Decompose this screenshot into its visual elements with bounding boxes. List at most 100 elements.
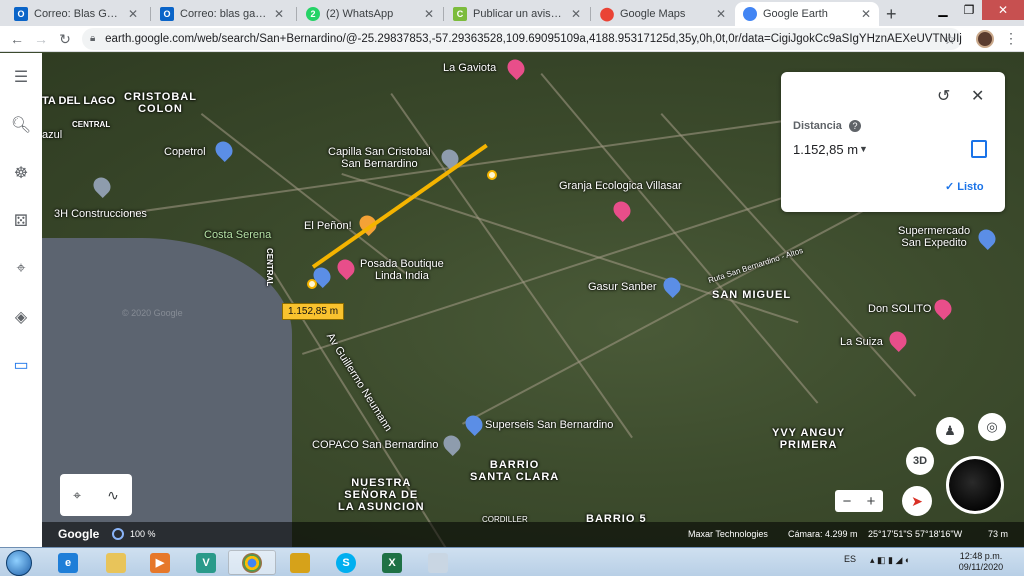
menu-icon[interactable]: ☰: [9, 65, 33, 89]
draw-path-icon[interactable]: ∿: [107, 487, 119, 504]
taskbar-winamp[interactable]: [276, 550, 324, 575]
distance-panel: ↺ ✕ Distancia ? 1.152,85 m ▼ ✓ Listo: [781, 72, 1005, 212]
address-bar[interactable]: 🔒︎ earth.google.com/web/search/San+Berna…: [82, 28, 962, 50]
toggle-3d-button[interactable]: 3D: [906, 447, 934, 475]
close-icon[interactable]: ✕: [424, 7, 434, 21]
map-label: Posada Boutique Linda India: [360, 258, 444, 282]
supermarket-pin-icon[interactable]: [461, 411, 487, 437]
map-label: Superseis San Bernardino: [485, 419, 614, 431]
language-indicator[interactable]: ES: [844, 554, 856, 564]
browser-menu-icon[interactable]: ⋮: [1004, 30, 1018, 47]
forward-button[interactable]: →: [32, 30, 50, 48]
system-clock[interactable]: 12:48 p.m. 09/11/2020: [958, 551, 1004, 573]
taskbar-chrome[interactable]: [228, 550, 276, 575]
google-logo: Google: [58, 527, 100, 541]
taskbar-media[interactable]: ▶: [136, 550, 184, 575]
tab-label: Correo: Blas Garcia - Out: [34, 8, 122, 20]
window-close-button[interactable]: ✕: [982, 0, 1024, 20]
place-pin-icon[interactable]: [89, 173, 115, 199]
tab-google-maps[interactable]: ⬤ Google Maps ✕: [592, 2, 734, 26]
skype-icon: S: [336, 552, 356, 573]
farm-pin-icon[interactable]: [609, 197, 635, 223]
tab-label: (2) WhatsApp: [326, 8, 394, 20]
pegman-street-view-icon[interactable]: ♟: [936, 417, 964, 445]
voyager-icon[interactable]: ☸: [9, 161, 33, 185]
hotel-pin-icon[interactable]: [333, 255, 359, 281]
tab-google-earth[interactable]: Google Earth ✕: [735, 2, 879, 26]
minimize-button[interactable]: ▁: [930, 0, 956, 20]
taskbar-skype[interactable]: S: [322, 550, 370, 575]
map-label: Capilla San Cristobal San Bernardino: [328, 146, 431, 170]
projects-pin-icon[interactable]: ⌖: [9, 257, 33, 281]
undo-icon[interactable]: ↺: [937, 86, 950, 106]
map-label: Ruta San Bernardino - Altos: [707, 245, 805, 286]
restaurant-pin-icon[interactable]: [885, 327, 911, 353]
taskbar-excel[interactable]: X: [368, 550, 416, 575]
taskbar-explorer[interactable]: [92, 550, 140, 575]
measurement-end-point[interactable]: [487, 170, 497, 180]
start-button[interactable]: [6, 550, 32, 576]
loading-ring-icon: [112, 528, 124, 540]
zoom-percent: 100 %: [130, 529, 156, 539]
globe-icon[interactable]: [946, 456, 1004, 514]
map-label: azul: [42, 129, 63, 141]
close-icon[interactable]: ✕: [571, 7, 581, 21]
place-marker-icon[interactable]: ⌖: [73, 487, 81, 504]
clock-time: 12:48 p.m.: [959, 551, 1003, 561]
url-text[interactable]: earth.google.com/web/search/San+Bernardi…: [105, 33, 962, 45]
map-label: Granja Ecologica Villasar: [559, 180, 682, 192]
map-status-bar: Google 100 % Maxar Technologies Cámara: …: [42, 522, 1024, 547]
excel-icon: X: [382, 552, 402, 573]
map-label: CENTRAL: [72, 120, 111, 129]
tab-divider: [443, 7, 444, 21]
close-icon[interactable]: ✕: [971, 86, 984, 106]
restore-button[interactable]: ❐: [956, 0, 982, 20]
supermarket-pin-icon[interactable]: [974, 225, 1000, 251]
map-label: BARRIO SANTA CLARA: [470, 459, 560, 483]
tab-outlook-1[interactable]: O Correo: Blas Garcia - Out ✕: [6, 2, 146, 26]
bookmark-star-icon[interactable]: ☆: [943, 31, 956, 48]
reload-button[interactable]: ↻: [56, 30, 74, 48]
close-icon[interactable]: ✕: [128, 7, 138, 21]
tab-publicar[interactable]: C Publicar un aviso - Paso ✕: [445, 2, 589, 26]
taskbar-paint[interactable]: [414, 550, 462, 575]
feeling-lucky-dice-icon[interactable]: ⚄: [9, 209, 33, 233]
back-button[interactable]: ←: [8, 30, 26, 48]
tab-outlook-2[interactable]: O Correo: blas garcia - Out ✕: [152, 2, 292, 26]
measurement-start-point[interactable]: [307, 279, 317, 289]
done-button[interactable]: ✓ Listo: [945, 180, 984, 193]
map-style-layers-icon[interactable]: ◈: [9, 305, 33, 329]
taskbar-ie[interactable]: e: [44, 550, 92, 575]
map-label: Supermercado San Expedito: [898, 225, 971, 249]
gas-station-pin-icon[interactable]: [211, 137, 237, 163]
tab-whatsapp[interactable]: 2 (2) WhatsApp ✕: [298, 2, 442, 26]
imagery-attribution[interactable]: Maxar Technologies: [688, 529, 768, 539]
restaurant-pin-icon[interactable]: [503, 55, 529, 81]
measurement-distance-tag: 1.152,85 m: [282, 303, 345, 320]
map-label: YVY ANGUY PRIMERA: [772, 427, 846, 451]
compass-icon[interactable]: ➤: [902, 486, 932, 516]
close-icon[interactable]: ✕: [861, 7, 871, 21]
restaurant-pin-icon[interactable]: [930, 295, 956, 321]
close-icon[interactable]: ✕: [716, 7, 726, 21]
close-icon[interactable]: ✕: [274, 7, 284, 21]
tray-icons[interactable]: ▴ ◧ ▮ ◢ ◐: [870, 555, 910, 566]
map-label: CRISTOBAL COLON: [124, 91, 197, 115]
copy-icon[interactable]: [971, 140, 987, 158]
taskbar-vt[interactable]: V: [182, 550, 230, 575]
new-tab-button[interactable]: +: [886, 4, 897, 25]
zoom-in-button[interactable]: +: [867, 493, 876, 510]
map-label: CENTRAL: [265, 248, 274, 287]
zoom-out-button[interactable]: −: [843, 493, 852, 510]
zoom-controls: − +: [835, 490, 883, 512]
my-location-icon[interactable]: ◎: [978, 413, 1006, 441]
tab-label: Google Maps: [620, 8, 686, 20]
profile-avatar[interactable]: [976, 30, 994, 48]
tab-label: Google Earth: [763, 8, 828, 20]
unit-dropdown-icon[interactable]: ▼: [859, 144, 868, 154]
clock-date: 09/11/2020: [958, 562, 1004, 572]
telecom-pin-icon[interactable]: [439, 431, 465, 457]
measure-ruler-icon[interactable]: ▭: [9, 353, 33, 377]
search-icon[interactable]: 🔍︎: [9, 113, 33, 137]
help-icon[interactable]: ?: [849, 120, 861, 132]
